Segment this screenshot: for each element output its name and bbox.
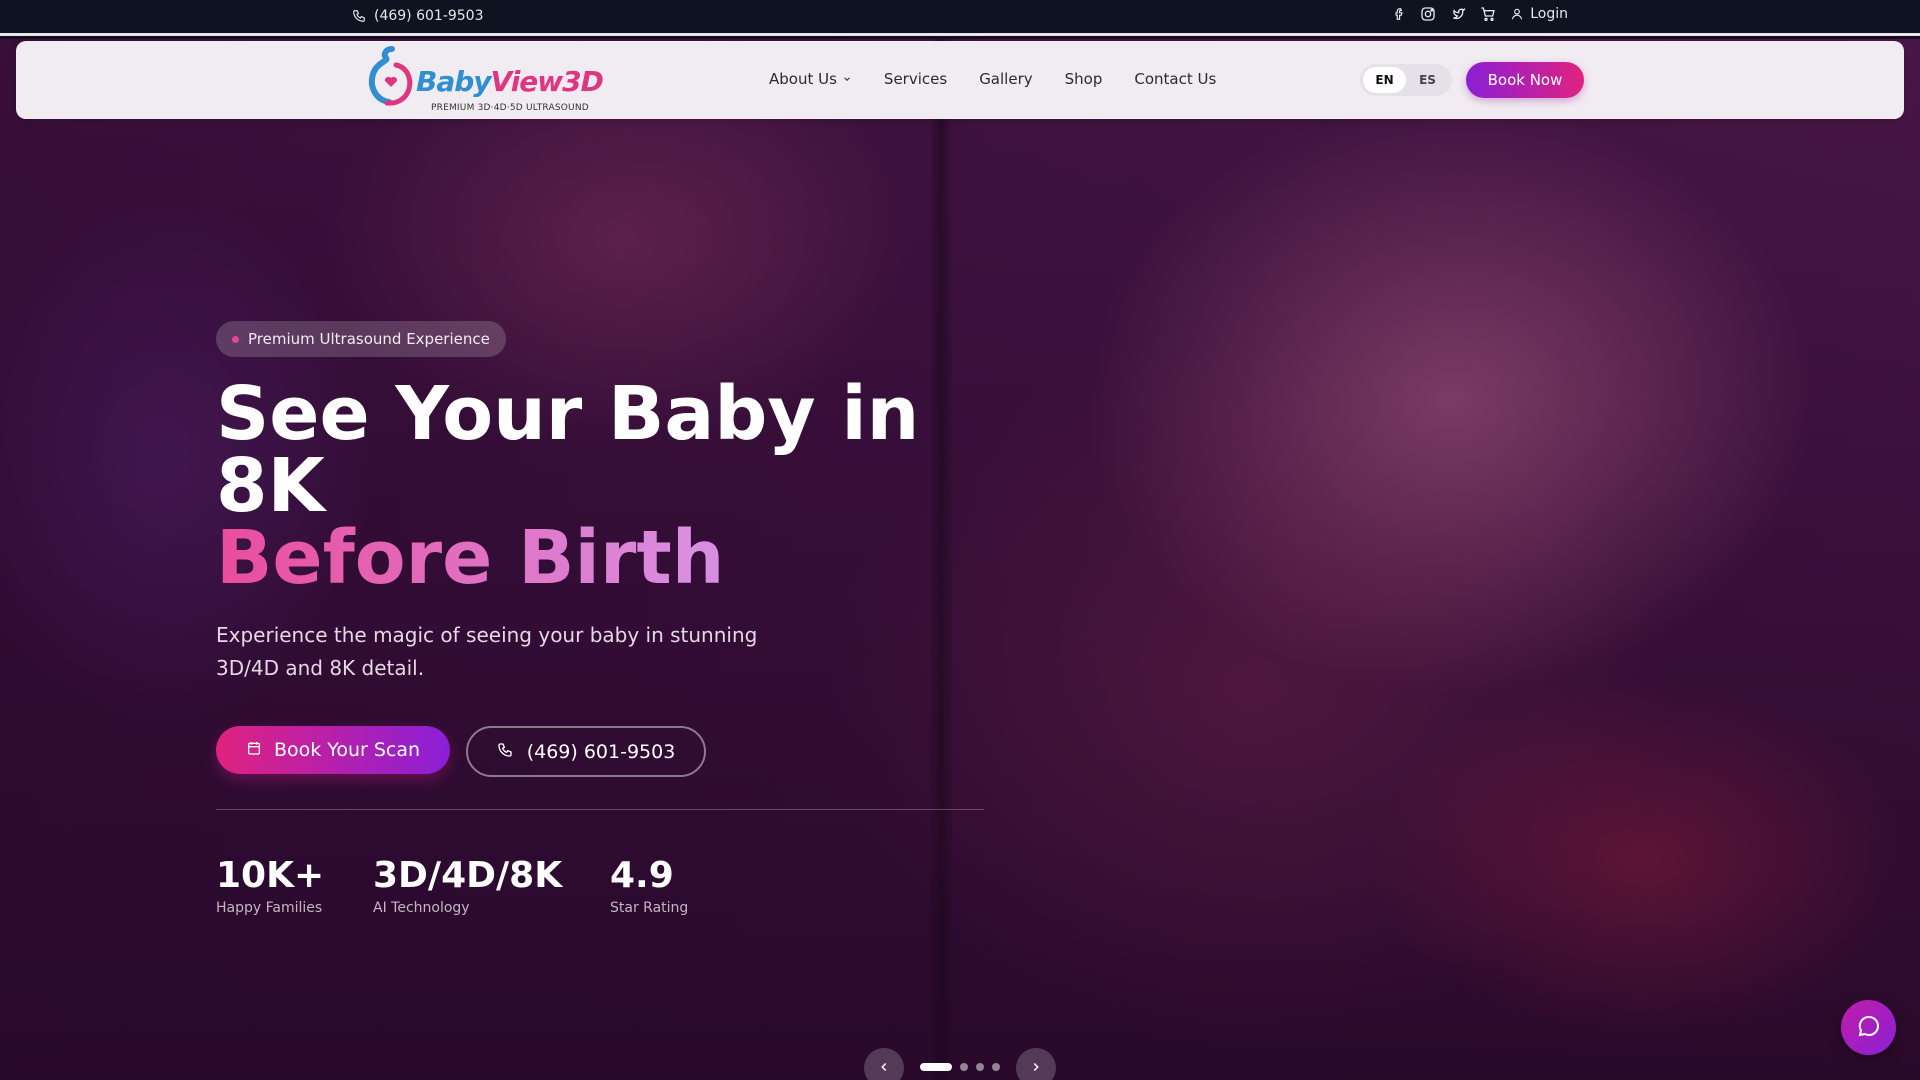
book-your-scan-label: Book Your Scan bbox=[273, 739, 421, 761]
book-your-scan-button[interactable]: Book Your Scan bbox=[216, 726, 450, 774]
headline-highlight: Before Birth bbox=[216, 521, 1006, 595]
hero-headline: See Your Baby in 8K Before Birth bbox=[216, 371, 1006, 595]
nav-item-label: About Us bbox=[769, 70, 837, 88]
instagram-icon[interactable] bbox=[1420, 6, 1436, 22]
logo-wordmark: BabyView3D bbox=[416, 65, 604, 98]
hero-divider bbox=[216, 809, 984, 810]
hero-badge: Premium Ultrasound Experience bbox=[216, 321, 506, 357]
login-label: Login bbox=[1530, 6, 1568, 22]
headline-line1: See Your Baby in bbox=[216, 371, 920, 457]
chevron-down-icon bbox=[842, 70, 852, 88]
stat-value: 10K+ bbox=[216, 855, 325, 896]
language-toggle: EN ES bbox=[1360, 64, 1452, 96]
logo[interactable]: BabyView3D PREMIUM 3D·4D·5D ULTRASOUND bbox=[360, 43, 604, 117]
language-en[interactable]: EN bbox=[1363, 67, 1406, 93]
main-navbar: BabyView3D PREMIUM 3D·4D·5D ULTRASOUND A… bbox=[16, 41, 1904, 119]
hero-carousel-controls bbox=[864, 1048, 1056, 1080]
headline-line2: 8K bbox=[216, 443, 325, 529]
book-now-button[interactable]: Book Now bbox=[1466, 62, 1584, 98]
stat-happy-families: 10K+ Happy Families bbox=[216, 855, 373, 917]
twitter-icon[interactable] bbox=[1450, 6, 1466, 22]
nav-item-shop[interactable]: Shop bbox=[1065, 70, 1103, 88]
chevron-right-icon bbox=[1029, 1059, 1043, 1078]
call-phone-button[interactable]: (469) 601-9503 bbox=[466, 726, 706, 777]
hero-subtitle: Experience the magic of seeing your baby… bbox=[216, 623, 758, 680]
hero-content: Premium Ultrasound Experience See Your B… bbox=[216, 0, 1006, 1080]
stat-ai-technology: 3D/4D/8K AI Technology bbox=[373, 855, 610, 917]
nav-item-label: Services bbox=[883, 70, 948, 88]
nav-item-gallery[interactable]: Gallery bbox=[979, 70, 1032, 88]
stat-value: 4.9 bbox=[610, 855, 674, 896]
login-link[interactable]: Login bbox=[1510, 6, 1568, 22]
carousel-dots bbox=[920, 1063, 1000, 1071]
calendar-icon bbox=[246, 739, 262, 761]
carousel-next-button[interactable] bbox=[1016, 1048, 1056, 1080]
hero-stats: 10K+ Happy Families 3D/4D/8K AI Technolo… bbox=[216, 855, 689, 917]
carousel-prev-button[interactable] bbox=[864, 1048, 904, 1080]
facebook-icon[interactable] bbox=[1392, 6, 1406, 22]
chat-widget-button[interactable] bbox=[1841, 1000, 1896, 1055]
language-es[interactable]: ES bbox=[1406, 67, 1449, 93]
stat-value: 3D/4D/8K bbox=[373, 855, 563, 896]
stat-label: Happy Families bbox=[216, 900, 323, 916]
cart-icon[interactable] bbox=[1480, 6, 1496, 22]
stat-label: Star Rating bbox=[610, 900, 689, 916]
carousel-dot[interactable] bbox=[920, 1063, 952, 1071]
nav-item-about-us[interactable]: About Us bbox=[769, 70, 852, 88]
nav-item-label: Shop bbox=[1064, 70, 1103, 88]
stat-star-rating: 4.9 Star Rating bbox=[610, 855, 689, 917]
stat-label: AI Technology bbox=[373, 900, 470, 916]
logo-tagline: PREMIUM 3D·4D·5D ULTRASOUND bbox=[431, 103, 589, 113]
nav-menu: About Us Services Gallery Shop Contact U… bbox=[769, 70, 1216, 88]
carousel-dot[interactable] bbox=[992, 1063, 1000, 1071]
phone-icon bbox=[497, 741, 513, 763]
nav-item-services[interactable]: Services bbox=[884, 70, 947, 88]
chevron-left-icon bbox=[877, 1059, 891, 1078]
user-icon bbox=[1510, 7, 1524, 21]
nav-item-contact-us[interactable]: Contact Us bbox=[1134, 70, 1216, 88]
call-phone-label: (469) 601-9503 bbox=[526, 740, 676, 763]
nav-item-label: Gallery bbox=[979, 70, 1033, 88]
chat-icon bbox=[1857, 1014, 1881, 1042]
carousel-dot[interactable] bbox=[976, 1063, 984, 1071]
carousel-dot[interactable] bbox=[960, 1063, 968, 1071]
logo-mark-icon bbox=[368, 46, 413, 106]
nav-item-label: Contact Us bbox=[1134, 70, 1217, 88]
